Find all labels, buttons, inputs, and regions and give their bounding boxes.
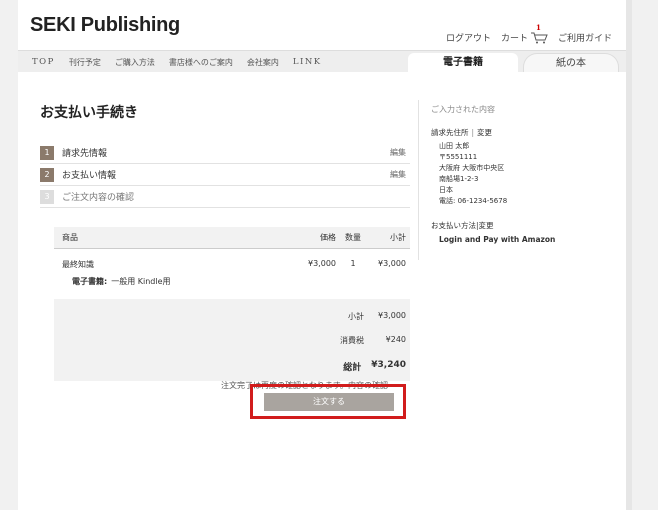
subtotal-row: 小計 ¥3,000 bbox=[348, 311, 406, 322]
guide-link[interactable]: ご利用ガイド bbox=[558, 31, 612, 44]
payment-method-heading: お支払い方法|変更 bbox=[431, 220, 588, 231]
step-number: 2 bbox=[40, 167, 54, 182]
tax-label: 消費税 bbox=[340, 336, 364, 345]
step-label: ご注文内容の確認 bbox=[62, 193, 135, 203]
checkout-steps: 1 請求先情報 編集 2 お支払い情報 編集 3 ご注文内容の確認 bbox=[40, 142, 410, 208]
address-country: 日本 bbox=[439, 186, 453, 194]
total-label: 総計 bbox=[343, 363, 362, 373]
address-postal: 〒5551111 bbox=[439, 153, 478, 161]
scrollbar-track[interactable] bbox=[626, 0, 632, 510]
site-logo[interactable]: SEKI Publishing bbox=[30, 14, 180, 37]
main-content: お支払い手続き 1 請求先情報 編集 2 お支払い情報 編集 3 ご注文内容の確… bbox=[18, 72, 626, 510]
billing-address-heading: 請求先住所 | 変更 bbox=[431, 127, 588, 138]
logout-link[interactable]: ログアウト bbox=[446, 31, 491, 44]
subtotal-value: ¥3,000 bbox=[378, 311, 406, 320]
tax-value: ¥240 bbox=[385, 335, 406, 344]
nav-how-to-buy[interactable]: ご購入方法 bbox=[115, 57, 155, 68]
order-totals: 小計 ¥3,000 消費税 ¥240 総計 ¥3,240 bbox=[54, 299, 410, 381]
billing-label: 請求先住所 bbox=[431, 128, 469, 137]
step-label: お支払い情報 bbox=[62, 171, 117, 181]
separator: | bbox=[471, 128, 475, 137]
edit-payment-link[interactable]: 編集 bbox=[390, 169, 406, 180]
site-header: SEKI Publishing ログアウト カート 1 ご利用ガイド bbox=[18, 0, 626, 50]
item-subtotal: ¥3,000 bbox=[378, 259, 406, 268]
order-summary-sidebar: ご入力された内容 請求先住所 | 変更 山田 太郎 〒5551111 大阪府 大阪市… bbox=[418, 100, 588, 260]
highlight-box bbox=[250, 384, 406, 419]
payment-method-value: Login and Pay with Amazon bbox=[439, 235, 556, 244]
item-format-label: 電子書籍: bbox=[72, 277, 108, 286]
step-payment: 2 お支払い情報 編集 bbox=[40, 164, 410, 186]
table-row: 最終知識 ¥3,000 1 ¥3,000 電子書籍: 一般用 Kindle用 bbox=[54, 249, 410, 299]
total-row: 総計 ¥3,240 bbox=[343, 360, 406, 373]
cart-icon: 1 bbox=[530, 23, 548, 44]
sidebar-title: ご入力された内容 bbox=[431, 105, 495, 114]
main-nav: TOP 刊行予定 ご購入方法 書店様へのご案内 会社案内 LINK 電子書籍 紙… bbox=[18, 50, 626, 73]
step-billing: 1 請求先情報 編集 bbox=[40, 142, 410, 164]
step-number: 3 bbox=[40, 189, 54, 204]
subtotal-label: 小計 bbox=[348, 312, 364, 321]
address-name: 山田 太郎 bbox=[439, 142, 470, 150]
address-street: 南船場1-2-3 bbox=[439, 175, 479, 183]
address-city: 大阪府 大阪市中央区 bbox=[439, 164, 505, 172]
header-subtotal: 小計 bbox=[390, 233, 406, 242]
billing-address: 山田 太郎 〒5551111 大阪府 大阪市中央区 南船場1-2-3 日本 電話… bbox=[439, 141, 588, 207]
address-phone: 電話: 06-1234-5678 bbox=[439, 197, 508, 205]
edit-billing-link[interactable]: 編集 bbox=[390, 147, 406, 158]
page-title: お支払い手続き bbox=[40, 105, 138, 121]
cart-glyph bbox=[530, 32, 548, 44]
header-item: 商品 bbox=[62, 233, 78, 242]
change-payment-link[interactable]: 変更 bbox=[479, 221, 494, 230]
nav-company[interactable]: 会社案内 bbox=[247, 57, 279, 68]
item-qty: 1 bbox=[350, 259, 356, 268]
order-header-row: 商品 価格 数量 小計 bbox=[54, 227, 410, 249]
step-label: 請求先情報 bbox=[62, 149, 108, 159]
header-links: ログアウト カート 1 ご利用ガイド bbox=[446, 23, 612, 44]
step-number: 1 bbox=[40, 145, 54, 160]
step-confirm: 3 ご注文内容の確認 bbox=[40, 186, 410, 208]
order-table: 商品 価格 数量 小計 最終知識 ¥3,000 1 ¥3,000 電子書籍: 一般… bbox=[54, 227, 410, 381]
tab-ebook[interactable]: 電子書籍 bbox=[408, 53, 518, 73]
payment-label: お支払い方法 bbox=[431, 221, 476, 230]
item-format: 電子書籍: 一般用 Kindle用 bbox=[72, 276, 171, 287]
cart-link[interactable]: カート 1 bbox=[500, 23, 548, 44]
cart-label: カート bbox=[500, 33, 528, 44]
item-name: 最終知識 bbox=[62, 260, 94, 269]
header-qty: 数量 bbox=[345, 233, 361, 242]
nav-bookstores[interactable]: 書店様へのご案内 bbox=[169, 57, 233, 68]
cart-count: 1 bbox=[535, 23, 541, 32]
item-format-value: 一般用 Kindle用 bbox=[111, 277, 171, 286]
nav-schedule[interactable]: 刊行予定 bbox=[69, 57, 101, 68]
item-price: ¥3,000 bbox=[308, 259, 336, 268]
total-value: ¥3,240 bbox=[371, 360, 406, 370]
nav-top[interactable]: TOP bbox=[32, 57, 55, 68]
header-price: 価格 bbox=[320, 233, 336, 242]
tab-paper[interactable]: 紙の本 bbox=[523, 53, 619, 73]
tax-row: 消費税 ¥240 bbox=[340, 335, 406, 346]
change-billing-link[interactable]: 変更 bbox=[477, 128, 492, 137]
nav-link[interactable]: LINK bbox=[293, 57, 322, 68]
